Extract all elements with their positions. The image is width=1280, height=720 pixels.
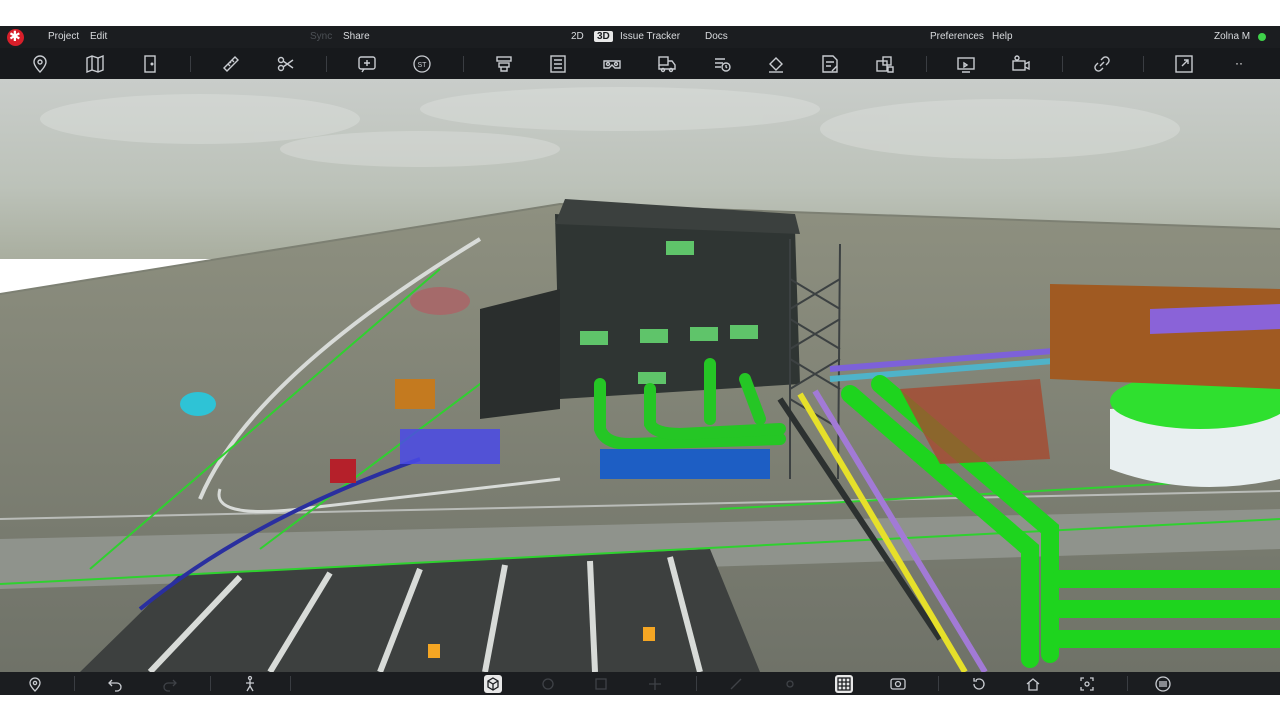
- tool-b-icon: [592, 675, 610, 693]
- home-icon[interactable]: [1024, 675, 1042, 693]
- vr-headset-icon[interactable]: [601, 53, 623, 75]
- redo-icon: [161, 675, 179, 693]
- add-note-icon[interactable]: [356, 53, 378, 75]
- bottom-separator: [290, 676, 291, 691]
- menu-bar: Project Edit Sync Share 2D 3D Issue Trac…: [0, 26, 1280, 48]
- annex-building: [480, 289, 560, 419]
- scissors-icon[interactable]: [275, 53, 297, 75]
- st-icon[interactable]: ST: [411, 53, 433, 75]
- map-icon[interactable]: [84, 53, 106, 75]
- tool-e-icon: [781, 675, 799, 693]
- cone: [643, 627, 655, 641]
- cone: [428, 644, 440, 658]
- undo-icon[interactable]: [106, 675, 124, 693]
- purple-pipe: [1150, 304, 1280, 334]
- expand-icon[interactable]: [1173, 53, 1195, 75]
- red-equipment: [330, 459, 356, 483]
- eye-icon[interactable]: [889, 675, 907, 693]
- bottom-separator: [210, 676, 211, 691]
- toolbar-separator: [463, 56, 464, 72]
- menu-share[interactable]: Share: [343, 31, 370, 42]
- camera-icon[interactable]: [1010, 53, 1032, 75]
- fill-icon[interactable]: [765, 53, 787, 75]
- layers-icon[interactable]: [1154, 675, 1172, 693]
- location-pin-icon[interactable]: [29, 53, 51, 75]
- bottom-separator: [696, 676, 697, 691]
- tool-a-icon: [539, 675, 557, 693]
- toolbar-separator: [326, 56, 327, 72]
- compressor: [410, 287, 470, 315]
- toolbar-separator: [1062, 56, 1063, 72]
- menu-preferences[interactable]: Preferences: [930, 31, 984, 42]
- bottom-toolbar: [0, 672, 1280, 695]
- orange-equipment: [395, 379, 435, 409]
- ruler-icon[interactable]: [220, 53, 242, 75]
- blue-vessel: [600, 449, 770, 479]
- screen-icon[interactable]: [955, 53, 977, 75]
- vehicle-icon[interactable]: [656, 53, 678, 75]
- bottom-separator: [1127, 676, 1128, 691]
- menu-issue-tracker[interactable]: Issue Tracker: [620, 31, 680, 42]
- toolbar-separator: [190, 56, 191, 72]
- report-icon[interactable]: [819, 53, 841, 75]
- app-frame: Project Edit Sync Share 2D 3D Issue Trac…: [0, 0, 1280, 720]
- walk-icon[interactable]: [241, 675, 259, 693]
- blue-equipment: [400, 429, 500, 464]
- brown-tanks: [1050, 284, 1280, 389]
- app-logo-icon[interactable]: [7, 28, 24, 46]
- st-label: ST: [418, 62, 428, 69]
- bottom-separator: [74, 676, 75, 691]
- 3d-scene: [0, 79, 1280, 672]
- more-icon[interactable]: ··: [1229, 56, 1249, 78]
- top-margin: [0, 0, 1280, 26]
- toolbar-separator: [926, 56, 927, 72]
- view-2d-toggle[interactable]: 2D: [571, 31, 584, 42]
- tool-d-icon: [727, 675, 745, 693]
- tool-c-icon: [646, 675, 664, 693]
- menu-help[interactable]: Help: [992, 31, 1013, 42]
- menu-edit[interactable]: Edit: [90, 31, 107, 42]
- user-name[interactable]: Zolna M: [1214, 31, 1250, 42]
- list-icon[interactable]: [547, 53, 569, 75]
- bottom-margin: [0, 695, 1280, 720]
- asset-list-icon[interactable]: [711, 53, 733, 75]
- menu-sync: Sync: [310, 31, 333, 42]
- main-toolbar: ST ··: [0, 48, 1280, 79]
- grid-icon[interactable]: [835, 675, 853, 693]
- toolbar-separator: [1143, 56, 1144, 72]
- menu-project[interactable]: Project: [48, 31, 79, 42]
- door-icon[interactable]: [139, 53, 161, 75]
- menu-docs[interactable]: Docs: [705, 31, 728, 42]
- location-icon[interactable]: [26, 675, 44, 693]
- link-icon[interactable]: [1091, 53, 1113, 75]
- component-icon[interactable]: [874, 53, 896, 75]
- online-status-indicator: [1258, 33, 1266, 41]
- fit-icon[interactable]: [1078, 675, 1096, 693]
- bottom-separator: [938, 676, 939, 691]
- view-3d-toggle[interactable]: 3D: [594, 31, 613, 42]
- view-cube-icon[interactable]: [484, 675, 502, 693]
- cyan-tank: [180, 392, 216, 416]
- layers-icon[interactable]: [493, 53, 515, 75]
- reset-icon[interactable]: [970, 675, 988, 693]
- 3d-viewport[interactable]: Y: [0, 79, 1280, 672]
